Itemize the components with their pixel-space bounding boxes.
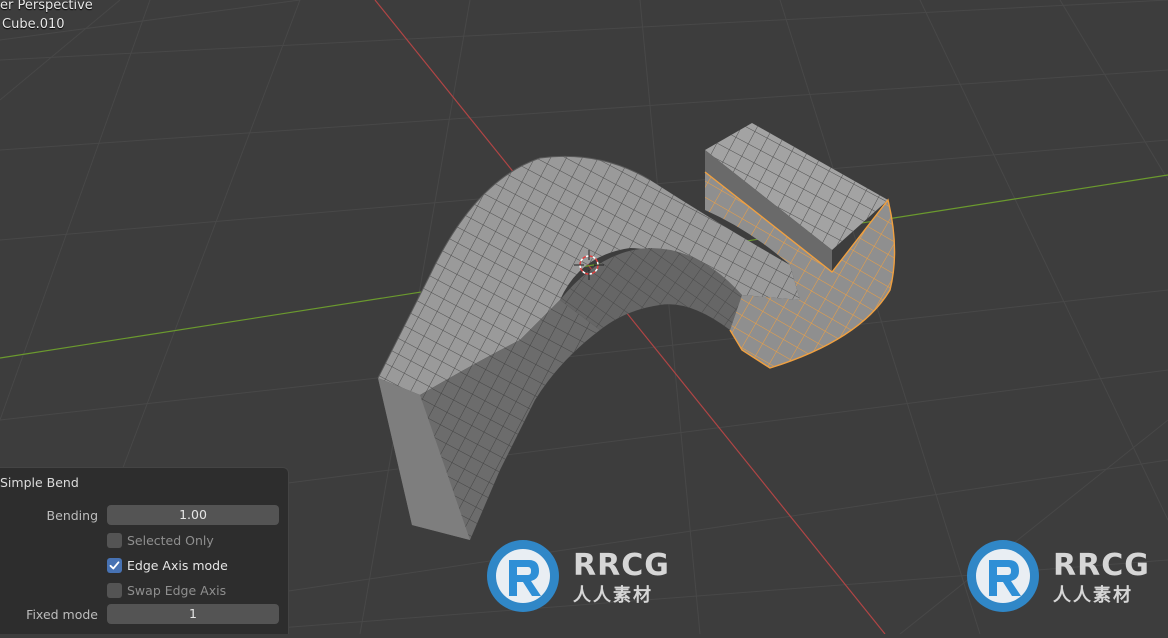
edge-axis-mode-label: Edge Axis mode [127, 557, 228, 573]
checkmark-icon [109, 560, 120, 569]
operator-panel-title[interactable]: Simple Bend [0, 475, 79, 490]
watermark-brand: RRCG [1053, 548, 1150, 583]
watermark-right: RRCG 人人素材 [965, 540, 1165, 612]
mesh-object[interactable] [377, 123, 896, 540]
fixed-mode-label: Fixed mode [26, 607, 98, 622]
watermark-subtitle: 人人素材 [1053, 585, 1133, 606]
selected-only-label: Selected Only [127, 532, 214, 548]
swap-edge-axis-checkbox[interactable] [107, 582, 122, 598]
active-object-label: Cube.010 [2, 17, 65, 32]
watermark-left: RRCG 人人素材 [485, 540, 685, 612]
watermark-brand: RRCG [573, 548, 670, 583]
fixed-mode-field[interactable]: 1 [107, 604, 279, 624]
rrcg-logo-icon [487, 540, 559, 612]
bending-label: Bending [46, 508, 98, 523]
edge-axis-mode-checkbox[interactable] [107, 557, 122, 573]
view-perspective-label: er Perspective [0, 0, 93, 13]
selected-only-checkbox[interactable] [107, 532, 122, 548]
operator-panel[interactable]: Simple Bend Bending 1.00 Selected Only E… [0, 467, 289, 634]
selected-only-toggle[interactable]: Selected Only [107, 531, 214, 549]
edge-axis-mode-toggle[interactable]: Edge Axis mode [107, 556, 228, 574]
3d-viewport[interactable]: er Perspective Cube.010 Simple Bend Bend… [0, 0, 1168, 635]
swap-edge-axis-toggle[interactable]: Swap Edge Axis [107, 581, 226, 599]
rrcg-logo-icon [967, 540, 1039, 612]
swap-edge-axis-label: Swap Edge Axis [127, 582, 227, 598]
bending-field[interactable]: 1.00 [107, 505, 279, 525]
watermark-subtitle: 人人素材 [573, 585, 653, 606]
